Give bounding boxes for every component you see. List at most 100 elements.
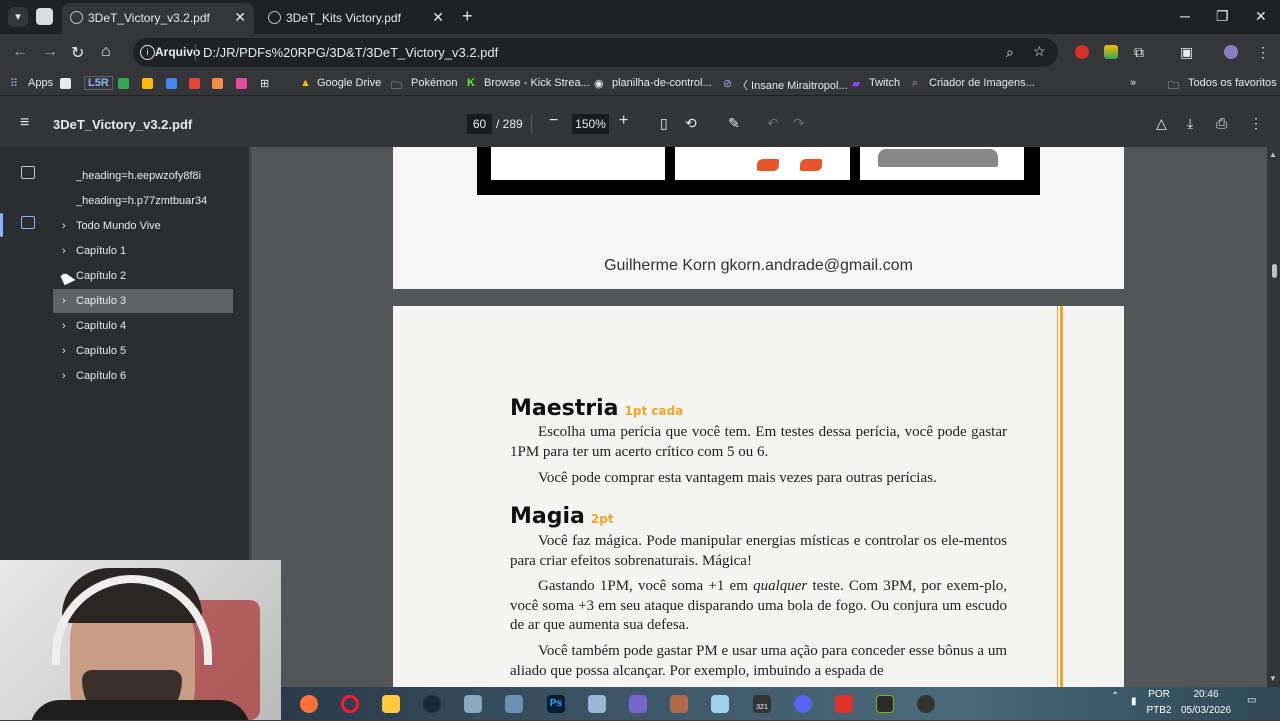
chevron-right-icon[interactable]: ›	[62, 239, 66, 263]
outline-item[interactable]: › Todo Mundo Vive	[53, 214, 233, 238]
grid-icon[interactable]: ⊞	[260, 77, 269, 90]
bookmark-twitch[interactable]: Twitch	[869, 77, 900, 89]
bookmark-orange-icon[interactable]	[212, 78, 223, 89]
app-icon[interactable]	[711, 695, 729, 713]
tray-up-icon[interactable]: ⌃	[1111, 691, 1119, 702]
close-window-icon[interactable]: ✕	[1255, 8, 1267, 25]
zoom-in-icon[interactable]: +	[619, 112, 628, 130]
redo-icon[interactable]: ↷	[793, 115, 805, 132]
outline-item-selected[interactable]: › Capítulo 3	[53, 289, 233, 313]
bookmark-insane[interactable]: 〈 Insane Miraitropol...	[737, 77, 848, 93]
bookmark-pokemon[interactable]: Pokémon	[411, 77, 457, 89]
address-bar[interactable]: i Arquivo D:/JR/PDFs%20RPG/3D&T/3DeT_Vic…	[133, 38, 1058, 67]
back-icon[interactable]: ←	[12, 43, 28, 61]
print-icon[interactable]: ⎙	[1216, 115, 1227, 132]
scrollbar[interactable]: ▲ ▼	[1267, 147, 1280, 687]
chevron-right-icon[interactable]: ›	[62, 364, 66, 388]
url-text[interactable]: D:/JR/PDFs%20RPG/3D&T/3DeT_Victory_v3.2.…	[203, 45, 498, 60]
tab-active[interactable]: 3DeT_Victory_v3.2.pdf ✕	[62, 3, 254, 34]
tab-search-button[interactable]: ▾	[8, 7, 28, 27]
tab-inactive[interactable]: 3DeT_Kits Victory.pdf ✕	[260, 3, 452, 34]
outline-item[interactable]: › Capítulo 4	[53, 314, 233, 338]
download-icon[interactable]: ⤓	[1187, 115, 1193, 132]
pdf-viewer[interactable]: Guilherme Korn gkorn.andrade@gmail.com M…	[251, 147, 1267, 687]
bookmark-sheet-icon[interactable]	[118, 78, 129, 89]
bookmark-l5r[interactable]: L5R	[84, 76, 113, 90]
minimize-icon[interactable]: ─	[1180, 8, 1190, 24]
language-top[interactable]: POR	[1145, 689, 1173, 700]
more-options-icon[interactable]: ⋮	[1249, 115, 1263, 132]
bookmark-doc-icon[interactable]	[166, 78, 177, 89]
zoom-out-icon[interactable]: −	[549, 112, 558, 130]
bookmark-all-favorites[interactable]: Todos os favoritos	[1188, 77, 1277, 89]
extension-color-icon[interactable]	[1104, 45, 1118, 59]
outline-item[interactable]: › Capítulo 2	[53, 264, 233, 288]
bookmark-star-icon[interactable]: ☆	[1033, 43, 1046, 60]
app-icon[interactable]	[464, 695, 482, 713]
scroll-down-icon[interactable]: ▼	[1269, 674, 1277, 683]
reload-icon[interactable]: ↻	[71, 43, 84, 63]
bookmark-criador[interactable]: Criador de Imagens...	[929, 77, 1035, 89]
rotate-icon[interactable]: ⟲	[685, 115, 697, 132]
outline-item[interactable]: › Capítulo 1	[53, 239, 233, 263]
drive-save-icon[interactable]: △	[1156, 115, 1167, 132]
discord-icon[interactable]	[794, 695, 812, 713]
chevron-right-icon[interactable]: ›	[62, 214, 66, 238]
outline-item[interactable]: › Capítulo 5	[53, 339, 233, 363]
tab-close-icon[interactable]: ✕	[432, 9, 444, 26]
app-icon[interactable]	[835, 695, 853, 713]
more-bookmarks-icon[interactable]: »	[1130, 77, 1136, 89]
steam-icon[interactable]	[423, 695, 441, 713]
home-icon[interactable]: ⌂	[101, 43, 111, 61]
fit-page-icon[interactable]: ▯	[660, 115, 668, 132]
bookmark-red-icon[interactable]	[189, 78, 200, 89]
screen-capture-icon[interactable]: ▣	[1180, 44, 1193, 61]
app-icon[interactable]	[505, 695, 523, 713]
app-icon[interactable]	[629, 695, 647, 713]
thumbnails-icon[interactable]	[21, 166, 35, 179]
clock-date[interactable]: 05/03/2026	[1176, 705, 1236, 716]
profile-tab-icon[interactable]	[36, 8, 53, 25]
bookmark-google-drive[interactable]: Google Drive	[317, 77, 381, 89]
outline-item[interactable]: _heading=h.p77zmtbuar34	[53, 189, 233, 213]
outline-item[interactable]: _heading=h.eepwzofy8f8i	[53, 164, 233, 188]
bookmark-planilha[interactable]: planilha-de-control...	[612, 77, 712, 89]
tab-close-icon[interactable]: ✕	[234, 9, 246, 26]
firefox-icon[interactable]	[300, 695, 318, 713]
notification-icon[interactable]: ▭	[1247, 695, 1256, 706]
obs-icon[interactable]	[917, 695, 935, 713]
mic-icon[interactable]: ▮	[1131, 696, 1137, 707]
photoshop-icon[interactable]: Ps	[547, 695, 565, 713]
extension-red-icon[interactable]	[1075, 45, 1089, 59]
bookmark-apps[interactable]: Apps	[28, 77, 53, 89]
bookmark-note-icon[interactable]	[142, 78, 153, 89]
app-icon[interactable]	[588, 695, 606, 713]
chevron-right-icon[interactable]: ›	[62, 339, 66, 363]
language-bottom[interactable]: PTB2	[1145, 705, 1173, 716]
forward-icon[interactable]: →	[42, 43, 58, 61]
chevron-right-icon[interactable]: ›	[62, 314, 66, 338]
page-number-input[interactable]: 60	[467, 114, 492, 134]
file-explorer-icon[interactable]	[382, 695, 400, 713]
zoom-input[interactable]: 150%	[572, 114, 609, 134]
opera-icon[interactable]	[341, 695, 359, 713]
annotate-icon[interactable]: ✎	[728, 115, 740, 132]
restore-icon[interactable]: ❐	[1216, 8, 1229, 25]
outline-icon[interactable]	[21, 216, 35, 229]
scroll-up-icon[interactable]: ▲	[1269, 150, 1277, 159]
bookmark-kick[interactable]: Browse - Kick Strea...	[484, 77, 590, 89]
chevron-right-icon[interactable]: ›	[62, 289, 66, 313]
new-tab-button[interactable]: +	[462, 6, 473, 27]
profile-avatar[interactable]	[1224, 45, 1238, 59]
menu-kebab-icon[interactable]: ⋮	[1256, 44, 1270, 61]
extensions-puzzle-icon[interactable]: ⧉	[1134, 44, 1144, 61]
menu-icon[interactable]: ≡	[20, 114, 29, 132]
zoom-icon[interactable]: ⌕	[1006, 44, 1014, 61]
scrollbar-thumb[interactable]	[1272, 264, 1277, 278]
outline-item[interactable]: › Capítulo 6	[53, 364, 233, 388]
bookmark-pink-icon[interactable]	[236, 78, 247, 89]
site-info-icon[interactable]: i	[140, 45, 155, 60]
calendar-icon[interactable]: 321	[753, 695, 771, 713]
bookmark-icon[interactable]	[60, 78, 71, 89]
app-icon[interactable]	[670, 695, 688, 713]
